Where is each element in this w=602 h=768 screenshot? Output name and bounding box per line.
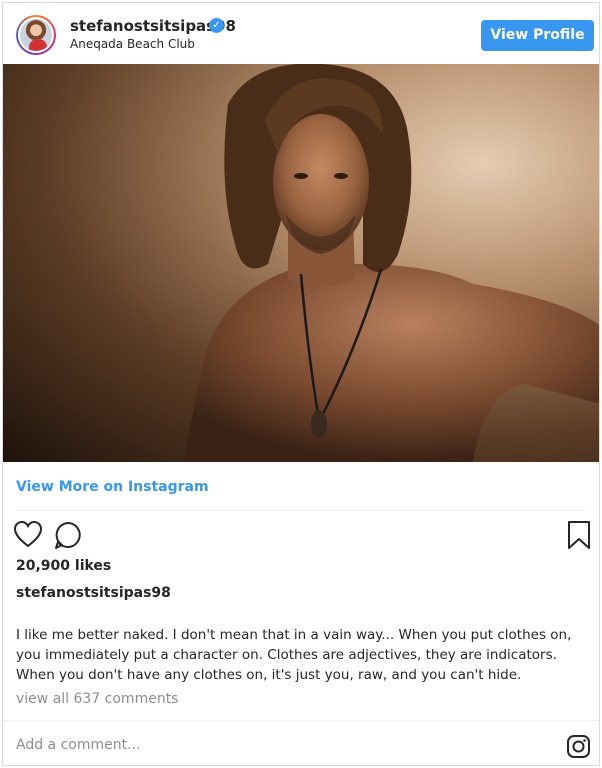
- instagram-embed-card: stefanostsitsipas98 ✓ Aneqada Beach Club…: [2, 2, 600, 766]
- post-caption: I like me better naked. I don't mean tha…: [16, 627, 572, 683]
- comment-icon[interactable]: [53, 520, 83, 550]
- verified-badge-icon: ✓: [209, 18, 224, 33]
- add-comment-input[interactable]: [16, 737, 416, 753]
- avatar[interactable]: [16, 15, 56, 55]
- post-header: stefanostsitsipas98 ✓ Aneqada Beach Club…: [3, 3, 599, 65]
- caption-username[interactable]: stefanostsitsipas98: [16, 585, 171, 601]
- divider: [16, 510, 586, 511]
- heart-icon[interactable]: [13, 520, 43, 548]
- view-more-on-instagram-link[interactable]: View More on Instagram: [16, 479, 209, 495]
- post-photo-illustration: [183, 64, 599, 462]
- view-all-comments-link[interactable]: view all 637 comments: [16, 691, 178, 707]
- bookmark-icon[interactable]: [566, 520, 592, 550]
- header-location[interactable]: Aneqada Beach Club: [70, 37, 195, 51]
- post-photo[interactable]: [3, 64, 599, 462]
- likes-count[interactable]: 20,900 likes: [16, 558, 111, 574]
- divider: [3, 720, 599, 721]
- instagram-icon[interactable]: [566, 734, 591, 759]
- view-profile-button[interactable]: View Profile: [481, 20, 594, 51]
